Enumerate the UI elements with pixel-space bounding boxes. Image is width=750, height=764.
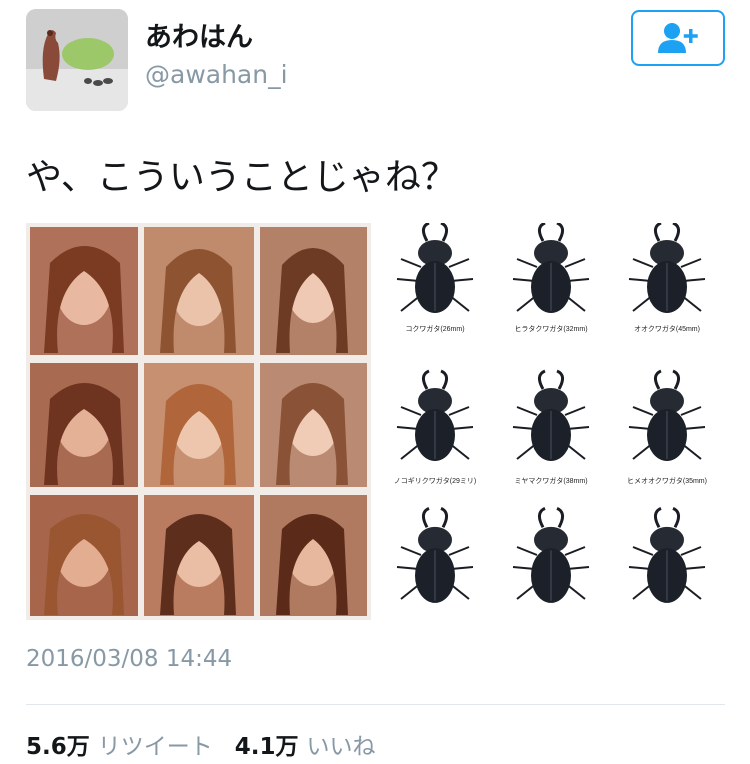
- media-image-beetles[interactable]: コクワガタ(26mm) ヒラタクワガタ(32mm) オオクワガタ(45mm) ノ…: [377, 223, 725, 620]
- beetle-label: ヒラタクワガタ(32mm): [514, 324, 587, 333]
- display-name[interactable]: あわはん: [145, 24, 253, 51]
- beetle-grid-image: コクワガタ(26mm) ヒラタクワガタ(32mm) オオクワガタ(45mm) ノ…: [377, 223, 725, 620]
- add-user-icon: [658, 23, 698, 53]
- follow-button[interactable]: [631, 10, 725, 66]
- tweet-text: や、こういうことじゃね？: [26, 157, 457, 198]
- retweet-label[interactable]: リツイート: [98, 736, 213, 759]
- divider: [26, 704, 725, 705]
- portrait-grid-image: [26, 223, 371, 620]
- beetle-label: ミヤマクワガタ(38mm): [514, 476, 587, 485]
- beetle-label: ノコギリクワガタ(29ミリ): [394, 476, 476, 485]
- like-count[interactable]: 4.1万: [235, 736, 299, 759]
- beetle-label: コクワガタ(26mm): [405, 324, 464, 333]
- beetle-label: ヒメオオクワガタ(35mm): [627, 476, 707, 485]
- media-image-portraits[interactable]: [26, 223, 371, 620]
- like-label[interactable]: いいね: [307, 736, 376, 759]
- tweet-stats: 5.6万 リツイート 4.1万 いいね: [26, 736, 390, 759]
- avatar[interactable]: [26, 9, 128, 111]
- beetle-label: オオクワガタ(45mm): [634, 324, 700, 333]
- tweet-media[interactable]: コクワガタ(26mm) ヒラタクワガタ(32mm) オオクワガタ(45mm) ノ…: [26, 223, 725, 620]
- avatar-image: [26, 9, 128, 111]
- user-handle[interactable]: @awahan_i: [145, 62, 288, 87]
- retweet-count[interactable]: 5.6万: [26, 736, 90, 759]
- tweet-timestamp[interactable]: 2016/03/08 14:44: [26, 648, 232, 671]
